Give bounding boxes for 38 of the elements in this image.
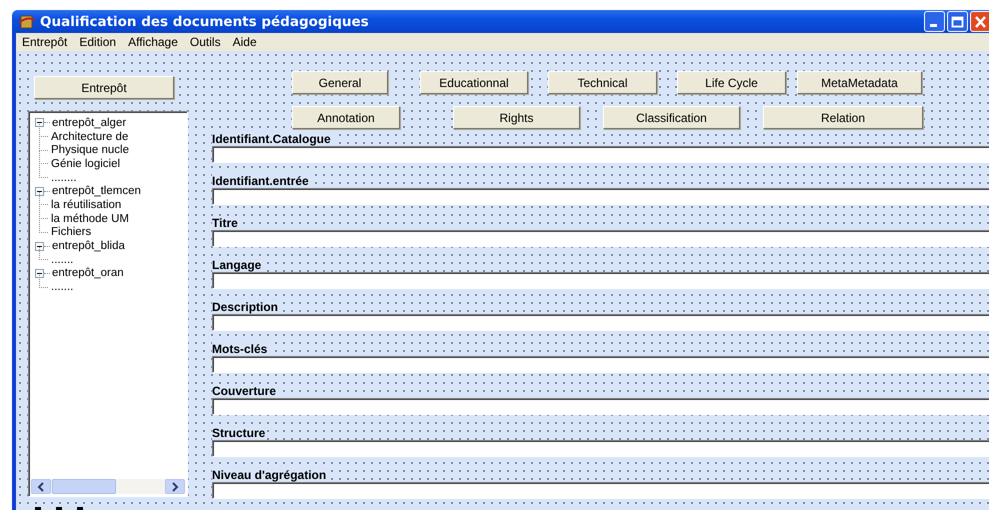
entrepot-button[interactable]: Entrepôt bbox=[34, 76, 174, 99]
tree-item[interactable]: la méthode UM bbox=[51, 212, 129, 225]
tree-item[interactable]: Architecture de bbox=[51, 130, 128, 143]
section-button[interactable]: Annotation bbox=[292, 106, 400, 129]
tree-node[interactable]: entrepôt_tlemcen bbox=[52, 185, 141, 198]
section-button[interactable]: General bbox=[292, 71, 388, 94]
tree-item[interactable]: ....... bbox=[51, 281, 74, 294]
field-label: Identifiant.entrée bbox=[212, 174, 311, 188]
section-button[interactable]: Classification bbox=[603, 106, 740, 129]
field-label: Titre bbox=[212, 216, 240, 230]
section-button[interactable]: Life Cycle bbox=[677, 71, 786, 94]
field-label: Langage bbox=[212, 258, 264, 272]
field-label: Niveau d'agrégation bbox=[212, 468, 328, 482]
field-label: Identifiant.Catalogue bbox=[212, 132, 333, 146]
tree-node[interactable]: entrepôt_blida bbox=[52, 240, 125, 252]
menu-item[interactable]: Affichage bbox=[128, 35, 178, 50]
menu-item[interactable]: Entrepôt bbox=[22, 35, 68, 50]
field-label: Couverture bbox=[212, 384, 278, 398]
field-label: Structure bbox=[212, 426, 268, 440]
field-label: Mots-clés bbox=[212, 342, 270, 356]
menu-item[interactable]: Edition bbox=[79, 35, 116, 50]
menu-item[interactable]: Outils bbox=[190, 35, 221, 50]
section-button[interactable]: Relation bbox=[763, 106, 923, 129]
tree-item[interactable]: Génie logiciel bbox=[51, 158, 120, 170]
menu-item[interactable]: Aide bbox=[232, 35, 257, 50]
tree-item[interactable]: Fichiers bbox=[51, 226, 92, 238]
window-title: Qualification des documents pédagogiques bbox=[40, 14, 370, 30]
tree-item[interactable]: ....... bbox=[51, 254, 74, 266]
section-button[interactable]: Rights bbox=[453, 106, 580, 129]
section-button[interactable]: MetaMetadata bbox=[797, 71, 922, 94]
field-label: Description bbox=[212, 300, 280, 314]
tree-item[interactable]: la réutilisation bbox=[51, 198, 122, 211]
tree-item[interactable]: Physique nucle bbox=[51, 144, 129, 156]
section-button[interactable]: Educationnal bbox=[420, 71, 528, 94]
tree-node[interactable]: entrepôt_alger bbox=[52, 116, 126, 129]
section-button[interactable]: Technical bbox=[548, 71, 657, 94]
tree-node[interactable]: entrepôt_oran bbox=[52, 267, 124, 280]
tree-item[interactable]: ........ bbox=[51, 172, 77, 184]
